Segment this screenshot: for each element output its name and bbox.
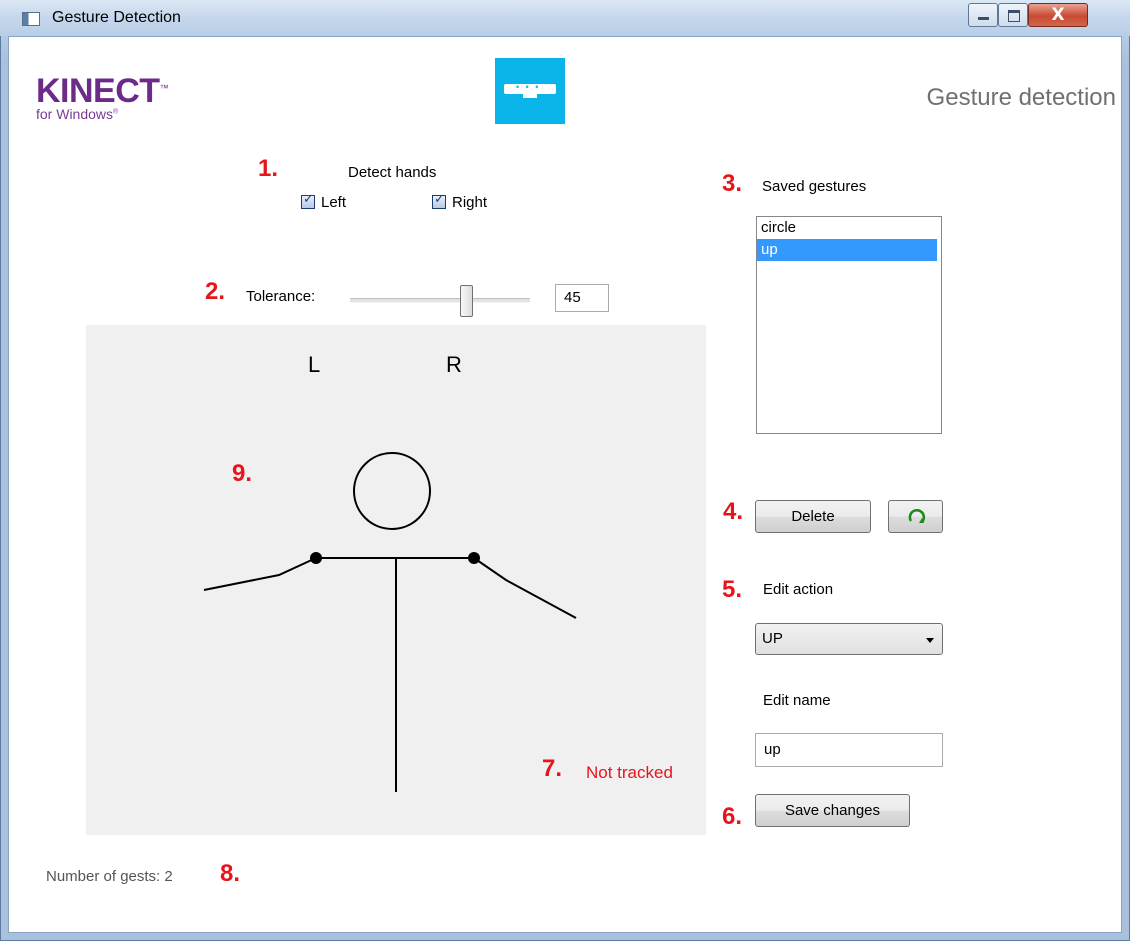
annotation-7: 7. bbox=[542, 755, 563, 782]
chevron-down-icon bbox=[926, 638, 934, 643]
annotation-9: 9. bbox=[232, 460, 253, 487]
skeleton-head bbox=[353, 452, 431, 530]
close-button[interactable]: X bbox=[1028, 3, 1088, 27]
left-side-marker: L bbox=[308, 352, 321, 377]
kinect-sensor-icon: • • • bbox=[495, 58, 565, 124]
list-item[interactable]: circle bbox=[757, 217, 941, 239]
right-hand-checkbox[interactable] bbox=[432, 192, 446, 209]
annotation-8: 8. bbox=[220, 860, 241, 887]
kinect-logo: KINECT™ bbox=[36, 74, 169, 108]
left-hand-label[interactable]: Left bbox=[321, 194, 346, 211]
gesture-count-text: Number of gests: 2 bbox=[46, 868, 173, 885]
tracking-status: Not tracked bbox=[586, 763, 673, 782]
right-hand-label[interactable]: Right bbox=[452, 194, 487, 211]
logo-subtitle: for Windows® bbox=[36, 106, 118, 122]
delete-button[interactable]: Delete bbox=[755, 500, 871, 533]
tolerance-label: Tolerance: bbox=[246, 288, 316, 305]
refresh-icon bbox=[908, 508, 926, 523]
tolerance-slider-thumb[interactable] bbox=[460, 285, 473, 317]
window-title: Gesture Detection bbox=[52, 9, 181, 26]
title-bar[interactable]: Gesture Detection X bbox=[0, 0, 1130, 36]
maximize-button[interactable] bbox=[998, 3, 1028, 27]
skeleton-right-arm bbox=[473, 557, 577, 619]
edit-name-input[interactable]: up bbox=[755, 733, 943, 767]
skeleton-left-arm bbox=[203, 557, 317, 591]
logo-main-text: KINECT bbox=[36, 72, 160, 110]
edit-name-label: Edit name bbox=[763, 692, 831, 709]
edit-action-value: UP bbox=[762, 630, 783, 647]
saved-gestures-label: Saved gestures bbox=[762, 178, 867, 195]
annotation-3: 3. bbox=[722, 170, 743, 197]
logo-trademark: ™ bbox=[159, 83, 169, 93]
right-side-marker: R bbox=[446, 352, 462, 377]
edit-action-label: Edit action bbox=[763, 581, 834, 598]
annotation-6: 6. bbox=[722, 803, 743, 830]
refresh-button[interactable] bbox=[888, 500, 943, 533]
edit-action-select[interactable]: UP bbox=[755, 623, 943, 655]
annotation-2: 2. bbox=[205, 278, 226, 305]
skeleton-canvas bbox=[86, 325, 706, 835]
annotation-1: 1. bbox=[258, 155, 279, 182]
sensor-lights: • • • bbox=[516, 82, 541, 92]
annotation-4: 4. bbox=[723, 498, 744, 525]
page-heading: Gesture detection bbox=[926, 84, 1116, 111]
logo-registered-mark: ® bbox=[113, 108, 119, 116]
left-shoulder-joint bbox=[310, 552, 322, 564]
close-icon: X bbox=[1051, 5, 1065, 25]
save-changes-button[interactable]: Save changes bbox=[755, 794, 910, 827]
app-icon bbox=[22, 12, 40, 26]
sensor-base-shape bbox=[523, 94, 537, 98]
logo-sub-text: for Windows bbox=[36, 106, 114, 122]
left-hand-checkbox[interactable] bbox=[301, 192, 315, 209]
tolerance-value-input[interactable]: 45 bbox=[555, 284, 609, 312]
right-shoulder-joint bbox=[468, 552, 480, 564]
tolerance-slider-track[interactable] bbox=[350, 298, 530, 303]
skeleton-drawing bbox=[203, 452, 577, 792]
annotation-5: 5. bbox=[722, 576, 743, 603]
list-item-selected[interactable]: up bbox=[757, 239, 937, 261]
saved-gestures-list[interactable]: circle up bbox=[756, 216, 942, 434]
detect-hands-label: Detect hands bbox=[348, 164, 437, 181]
minimize-button[interactable] bbox=[968, 3, 998, 27]
